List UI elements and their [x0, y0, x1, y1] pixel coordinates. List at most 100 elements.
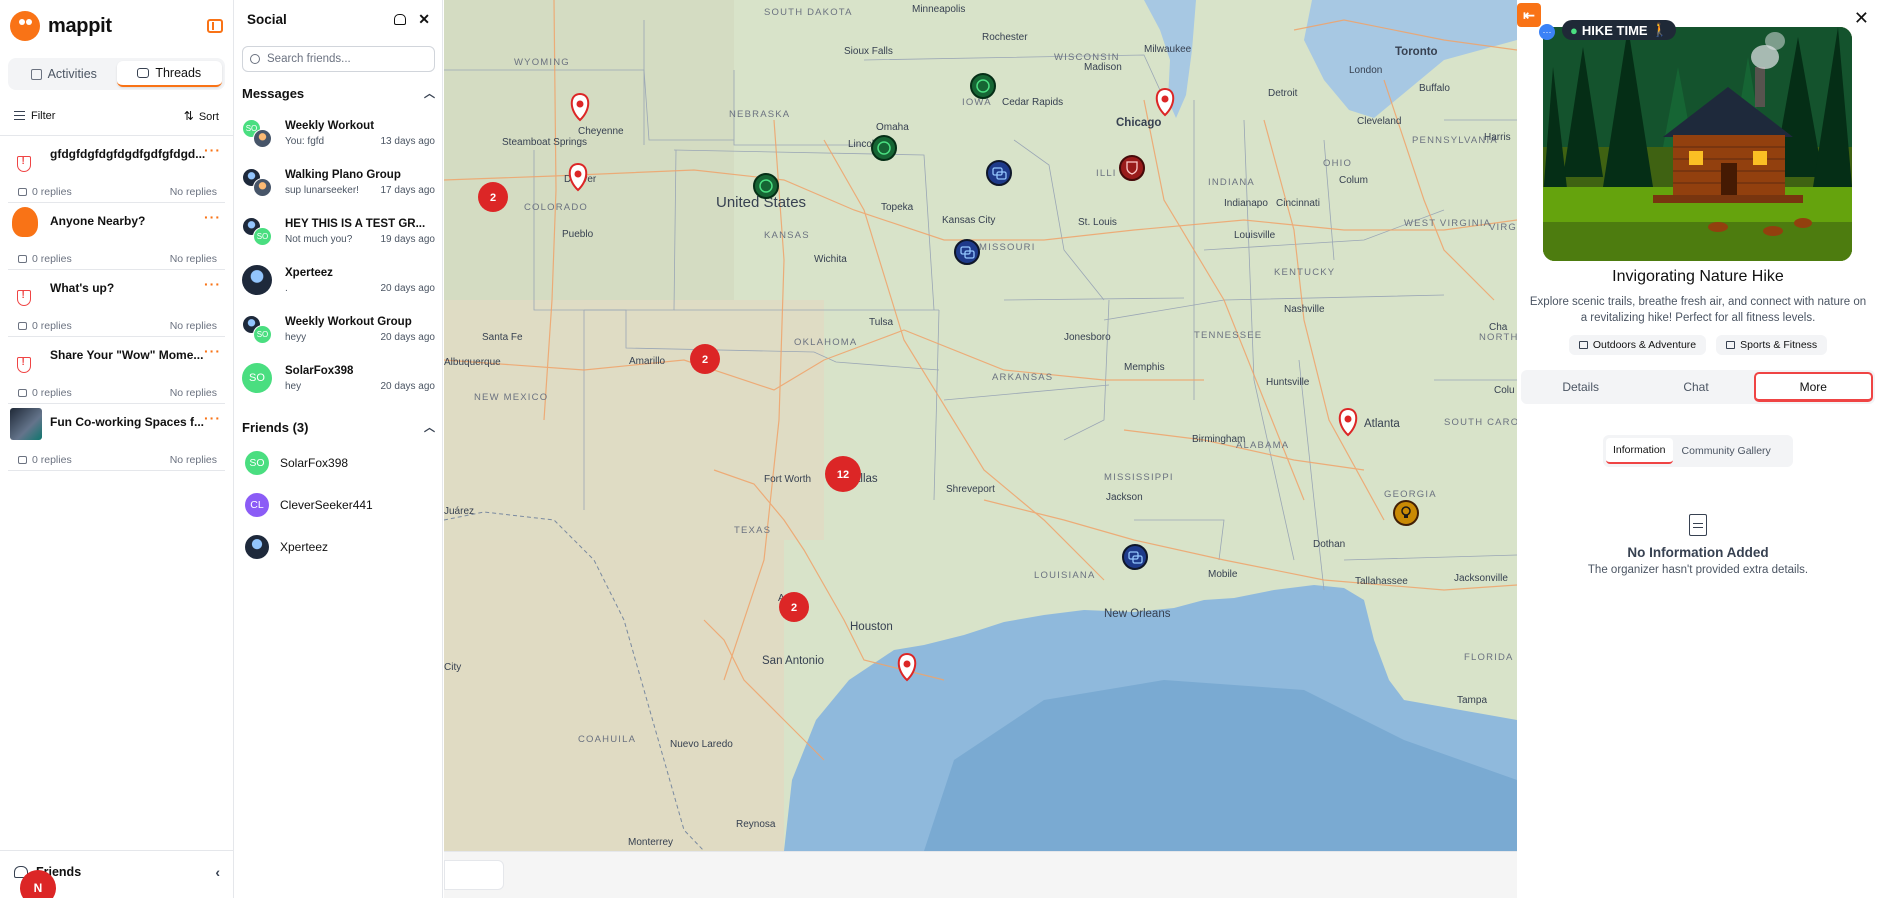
more-options-icon[interactable]: ···: [204, 410, 221, 426]
category-chip[interactable]: Outdoors & Adventure: [1568, 335, 1707, 355]
state-label: WEST VIRGINIA: [1404, 218, 1491, 229]
map-control[interactable]: [444, 860, 504, 890]
hiker-icon: 🚶: [1651, 22, 1668, 37]
thread-meta: 0 replies No replies: [18, 454, 217, 466]
subtab-information[interactable]: Information: [1606, 438, 1673, 464]
sidebar-toggle-icon[interactable]: [207, 19, 223, 33]
messages-section-header[interactable]: Messages ︿: [235, 78, 442, 108]
state-label: MISSISSIPPI: [1104, 472, 1174, 483]
tab-threads[interactable]: Threads: [116, 61, 222, 87]
city-label: Detroit: [1268, 88, 1298, 99]
group-avatar: SO: [242, 314, 272, 344]
tab-details[interactable]: Details: [1523, 372, 1638, 402]
sort-button[interactable]: ⇅ Sort: [184, 109, 219, 123]
question-marker-icon[interactable]: [871, 135, 897, 161]
map-bottom-bar: [444, 851, 1517, 898]
message-preview: heyy: [285, 331, 307, 343]
chevron-left-icon[interactable]: ‹: [215, 864, 220, 880]
city-label: Tulsa: [869, 317, 894, 328]
message-item[interactable]: Xperteez. 20 days ago: [235, 255, 442, 304]
cluster-count: 2: [791, 602, 797, 614]
message-bubble-icon[interactable]: ···: [1539, 24, 1555, 40]
mappit-logo-icon: [10, 11, 40, 41]
close-icon[interactable]: ✕: [1854, 8, 1869, 29]
message-item[interactable]: Walking Plano Group sup lunarseeker! 17 da…: [235, 157, 442, 206]
city-label: Albuquerque: [444, 357, 501, 368]
message-name: Walking Plano Group: [285, 168, 401, 181]
question-marker-icon[interactable]: [970, 73, 996, 99]
chat-marker-icon[interactable]: [986, 160, 1012, 186]
reply-count: 0 replies: [32, 387, 72, 399]
user-avatar[interactable]: N: [20, 870, 56, 898]
close-icon[interactable]: ✕: [418, 11, 430, 28]
city-label: Toronto: [1395, 46, 1438, 58]
city-label: Reynosa: [736, 819, 776, 830]
reply-count: 0 replies: [32, 253, 72, 265]
shield-marker-icon[interactable]: [1119, 155, 1145, 181]
back-arrow-icon[interactable]: ⇤: [1517, 3, 1541, 27]
message-item[interactable]: SO Weekly Workout You: fgfd 13 days ago: [235, 108, 442, 157]
subtab-community-gallery[interactable]: Community Gallery: [1675, 438, 1778, 464]
cluster-marker[interactable]: 2: [690, 344, 720, 374]
message-item[interactable]: SO HEY THIS IS A TEST GR... Not much you?…: [235, 206, 442, 255]
thread-item[interactable]: Fun Co-working Spaces f... ··· 0 replies…: [0, 404, 233, 470]
message-time: 20 days ago: [380, 282, 436, 294]
state-label: FLORIDA: [1464, 652, 1514, 663]
social-header: Social ✕: [235, 0, 442, 38]
friends-section-header[interactable]: Friends (3) ︿: [235, 412, 442, 442]
map-canvas[interactable]: SOUTH DAKOTA WYOMING NEBRASKA IOWA COLOR…: [444, 0, 1517, 851]
thread-title: Anyone Nearby?: [50, 214, 146, 228]
more-options-icon[interactable]: ···: [204, 209, 221, 225]
tab-more[interactable]: More: [1753, 372, 1873, 402]
more-options-icon[interactable]: ···: [204, 276, 221, 292]
thread-item[interactable]: Anyone Nearby? ··· 0 replies No replies: [0, 203, 233, 269]
message-item[interactable]: SO Weekly Workout Group heyy 20 days ago: [235, 304, 442, 353]
empty-state-title: No Information Added: [1627, 545, 1769, 560]
message-item[interactable]: SO SolarFox398 hey 20 days ago: [235, 353, 442, 402]
chevron-up-icon[interactable]: ︿: [424, 85, 435, 101]
filter-button[interactable]: Filter: [31, 110, 55, 122]
question-marker-icon[interactable]: [753, 173, 779, 199]
chevron-up-icon[interactable]: ︿: [424, 419, 435, 435]
city-label: Minneapolis: [912, 4, 965, 15]
city-label: Madison: [1084, 62, 1122, 73]
cluster-marker[interactable]: 2: [779, 592, 809, 622]
tab-activities[interactable]: Activities: [11, 61, 117, 87]
category-chip[interactable]: Sports & Fitness: [1716, 335, 1828, 355]
state-label: KENTUCKY: [1274, 267, 1335, 278]
cluster-marker[interactable]: 12: [825, 456, 861, 492]
message-time: 20 days ago: [380, 331, 436, 343]
message-preview: sup lunarseeker!: [285, 184, 359, 196]
city-label: Santa Fe: [482, 332, 523, 343]
chat-marker-icon[interactable]: [1122, 544, 1148, 570]
city-label: San Antonio: [762, 655, 824, 667]
thread-meta: 0 replies No replies: [18, 387, 217, 399]
friend-item[interactable]: SO SolarFox398: [235, 442, 442, 484]
friend-item[interactable]: Xperteez: [235, 526, 442, 568]
lightbulb-marker-icon[interactable]: [1393, 500, 1419, 526]
state-label: LOUISIANA: [1034, 570, 1095, 581]
tab-chat[interactable]: Chat: [1638, 372, 1753, 402]
city-label: Cedar Rapids: [1002, 97, 1063, 108]
member-avatar: [253, 128, 272, 148]
search-friends-input[interactable]: [267, 53, 417, 65]
document-icon: [1689, 514, 1707, 536]
thread-item[interactable]: Share Your "Wow" Mome... ··· 0 replies No…: [0, 337, 233, 403]
state-label: OKLAHOMA: [794, 337, 857, 348]
thread-item[interactable]: What's up? ··· 0 replies No replies: [0, 270, 233, 336]
city-label: Rochester: [982, 32, 1028, 43]
more-options-icon[interactable]: ···: [204, 343, 221, 359]
city-label: Memphis: [1124, 362, 1165, 373]
map-svg[interactable]: SOUTH DAKOTA WYOMING NEBRASKA IOWA COLOR…: [444, 0, 1517, 851]
add-friend-icon[interactable]: [394, 13, 407, 25]
friend-item[interactable]: CL CleverSeeker441: [235, 484, 442, 526]
friends-bar[interactable]: Friends ‹ N: [0, 850, 234, 898]
chat-marker-icon[interactable]: [954, 239, 980, 265]
avatar: [242, 264, 272, 295]
city-label: Colu: [1494, 385, 1515, 396]
more-options-icon[interactable]: ···: [204, 142, 221, 158]
thread-item[interactable]: gfdgfdgfdgfdgdfgdfgfdgd... ··· 0 replies…: [0, 136, 233, 202]
sort-icon: ⇅: [183, 108, 194, 123]
cluster-marker[interactable]: 2: [478, 182, 508, 212]
chat-icon: [137, 68, 150, 78]
